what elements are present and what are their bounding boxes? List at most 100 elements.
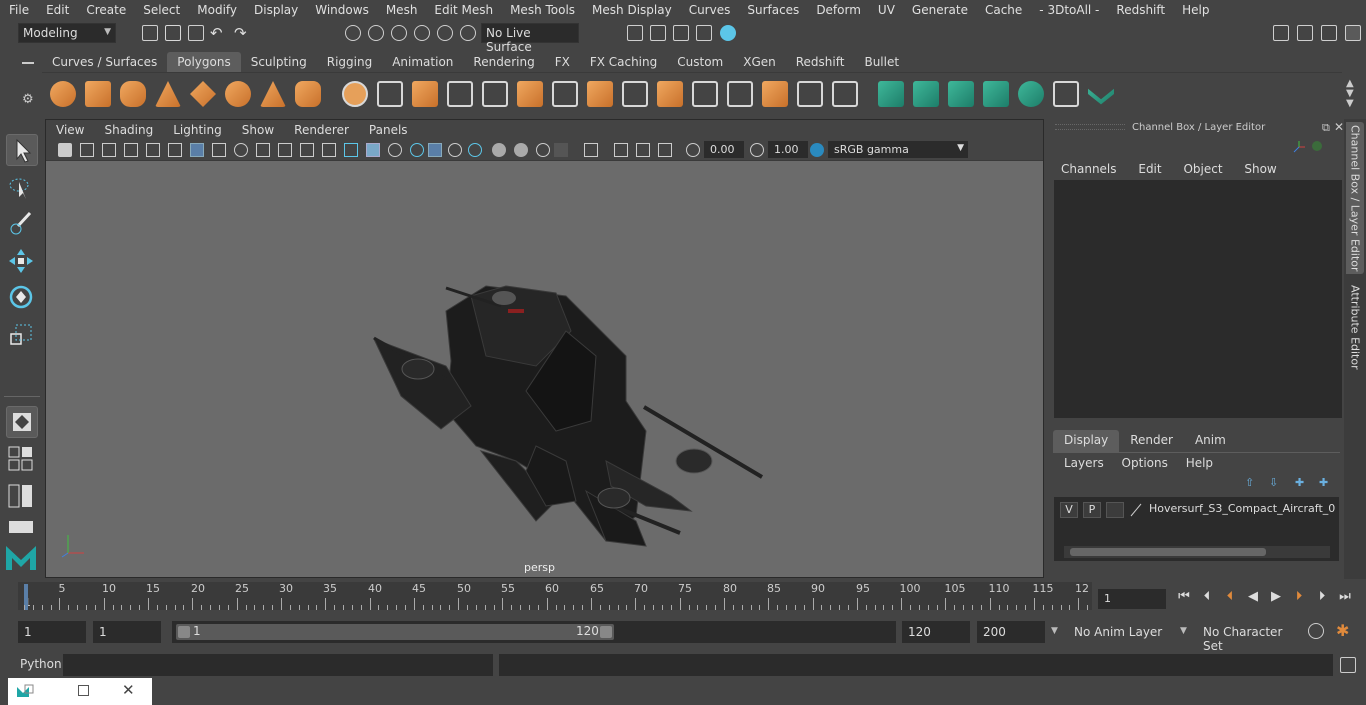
menu-generate[interactable]: Generate xyxy=(903,3,976,17)
shelf-tab-custom[interactable]: Custom xyxy=(667,52,733,72)
move-layer-up-icon[interactable]: ⇧ xyxy=(1245,476,1254,489)
script-editor-icon[interactable] xyxy=(1340,657,1356,673)
menu-surfaces[interactable]: Surfaces xyxy=(738,3,807,17)
range-end-handle[interactable] xyxy=(600,626,612,638)
layer-menu-layers[interactable]: Layers xyxy=(1064,456,1104,470)
append-polygon-icon[interactable] xyxy=(657,81,683,107)
extrude-icon[interactable] xyxy=(622,81,648,107)
new-layer-icon[interactable]: ✚ xyxy=(1295,476,1304,489)
new-layer-selected-icon[interactable]: ✚ xyxy=(1319,476,1328,489)
image-plane-icon[interactable] xyxy=(124,143,138,157)
insert-edge-loop-icon[interactable] xyxy=(692,81,718,107)
shelf-tab-fx[interactable]: FX xyxy=(545,52,580,72)
layer-menu-options[interactable]: Options xyxy=(1122,456,1168,470)
tab-attribute-editor[interactable]: Attribute Editor xyxy=(1346,281,1364,373)
step-forward-frame-icon[interactable]: ⏵ xyxy=(1314,589,1330,605)
combine-icon[interactable] xyxy=(342,81,368,107)
checker-icon[interactable] xyxy=(1053,81,1079,107)
poly-cylinder-icon[interactable] xyxy=(120,81,146,107)
snap-view-plane-icon[interactable] xyxy=(437,25,453,41)
ambient-occlusion-icon[interactable] xyxy=(492,143,506,157)
poly-cube-icon[interactable] xyxy=(85,81,111,107)
grid-toggle-icon[interactable] xyxy=(190,143,204,157)
bevel-icon[interactable] xyxy=(552,81,578,107)
four-view-layout-icon[interactable] xyxy=(8,446,36,471)
menu-help[interactable]: Help xyxy=(1173,3,1217,17)
separate-icon[interactable] xyxy=(377,81,403,107)
viewport-menu-lighting[interactable]: Lighting xyxy=(163,123,232,137)
shelf-tab-fx-caching[interactable]: FX Caching xyxy=(580,52,667,72)
color-management-icon[interactable] xyxy=(810,143,824,157)
xray-joints-icon[interactable] xyxy=(636,143,650,157)
play-forwards-icon[interactable]: ▶ xyxy=(1268,589,1284,605)
xray-icon[interactable] xyxy=(614,143,628,157)
channel-box-menu-object[interactable]: Object xyxy=(1183,162,1222,176)
menu-edit[interactable]: Edit xyxy=(37,3,77,17)
shelf-tab-rendering[interactable]: Rendering xyxy=(463,52,544,72)
smooth-shade-icon[interactable] xyxy=(366,143,380,157)
spherical-mapping-icon[interactable] xyxy=(948,81,974,107)
scale-tool-icon[interactable] xyxy=(6,320,38,352)
select-tool-icon[interactable] xyxy=(6,134,38,166)
axis-icon[interactable] xyxy=(1293,141,1305,153)
field-chart-icon[interactable] xyxy=(278,143,292,157)
menu-uv[interactable]: UV xyxy=(869,3,903,17)
highlight-icon[interactable] xyxy=(1312,141,1322,151)
lasso-tool-icon[interactable] xyxy=(6,172,38,204)
menu-cache[interactable]: Cache xyxy=(976,3,1030,17)
redo-icon[interactable]: ↷ xyxy=(234,24,250,42)
resolution-gate-icon[interactable] xyxy=(234,143,248,157)
layer-playback-toggle[interactable]: P xyxy=(1083,502,1101,518)
textured-icon[interactable] xyxy=(428,143,442,157)
shelf-tab-curves-surfaces[interactable]: Curves / Surfaces xyxy=(42,52,167,72)
extract-icon[interactable] xyxy=(412,81,438,107)
viewport-menu-view[interactable]: View xyxy=(46,123,94,137)
uv-editor-icon[interactable] xyxy=(1018,81,1044,107)
step-back-key-icon[interactable]: ⏴ xyxy=(1222,589,1238,605)
poly-sphere-icon[interactable] xyxy=(50,81,76,107)
new-scene-icon[interactable] xyxy=(142,25,158,41)
bridge-icon[interactable] xyxy=(587,81,613,107)
go-to-end-icon[interactable]: ⏭ xyxy=(1337,589,1353,605)
smooth-icon[interactable] xyxy=(447,81,473,107)
viewport-menu-show[interactable]: Show xyxy=(232,123,284,137)
menu-create[interactable]: Create xyxy=(77,3,134,17)
play-backwards-icon[interactable]: ◀ xyxy=(1245,589,1261,605)
float-panel-icon[interactable]: ⧉ xyxy=(1322,121,1330,135)
boolean-icon[interactable] xyxy=(482,81,508,107)
planar-mapping-icon[interactable] xyxy=(878,81,904,107)
poly-pyramid-icon[interactable] xyxy=(260,81,286,107)
close-window-icon[interactable]: ✕ xyxy=(122,681,135,699)
playback-start-field[interactable]: 1 xyxy=(93,621,161,643)
step-forward-key-icon[interactable]: ⏵ xyxy=(1291,589,1307,605)
layer-tab-display[interactable]: Display xyxy=(1053,430,1120,452)
two-d-pan-zoom-icon[interactable] xyxy=(146,143,160,157)
anim-layer-dropdown[interactable]: No Anim Layer xyxy=(1068,621,1176,643)
gear-icon[interactable]: ⚙ xyxy=(22,92,34,107)
menu-deform[interactable]: Deform xyxy=(807,3,869,17)
layer-name[interactable]: Hoversurf_S3_Compact_Aircraft_001_l xyxy=(1149,502,1335,515)
make-live-icon[interactable] xyxy=(460,25,476,41)
shelf-tab-rigging[interactable]: Rigging xyxy=(317,52,382,72)
exposure-icon[interactable] xyxy=(686,143,700,157)
close-icon[interactable]: ✕ xyxy=(1334,120,1344,134)
camera-attributes-icon[interactable] xyxy=(80,143,94,157)
paint-select-tool-icon[interactable] xyxy=(6,208,38,240)
attribute-editor-toggle-icon[interactable] xyxy=(1297,25,1313,41)
automatic-mapping-icon[interactable] xyxy=(983,81,1009,107)
quad-draw-icon[interactable] xyxy=(797,81,823,107)
safe-title-icon[interactable] xyxy=(322,143,336,157)
menu-edit-mesh[interactable]: Edit Mesh xyxy=(425,3,501,17)
target-weld-icon[interactable] xyxy=(762,81,788,107)
use-default-material-icon[interactable] xyxy=(388,143,402,157)
panel-grip[interactable] xyxy=(1055,124,1125,130)
aircraft-model[interactable] xyxy=(46,161,1043,577)
gamma-icon[interactable] xyxy=(750,143,764,157)
render-view-icon[interactable] xyxy=(627,25,643,41)
scene-start-field[interactable]: 1 xyxy=(18,621,86,643)
scene-end-field[interactable]: 200 xyxy=(977,621,1045,643)
menu-mesh-tools[interactable]: Mesh Tools xyxy=(501,3,583,17)
snap-projected-icon[interactable] xyxy=(414,25,430,41)
menu-3dtoall[interactable]: - 3DtoAll - xyxy=(1030,3,1107,17)
menu-curves[interactable]: Curves xyxy=(680,3,739,17)
